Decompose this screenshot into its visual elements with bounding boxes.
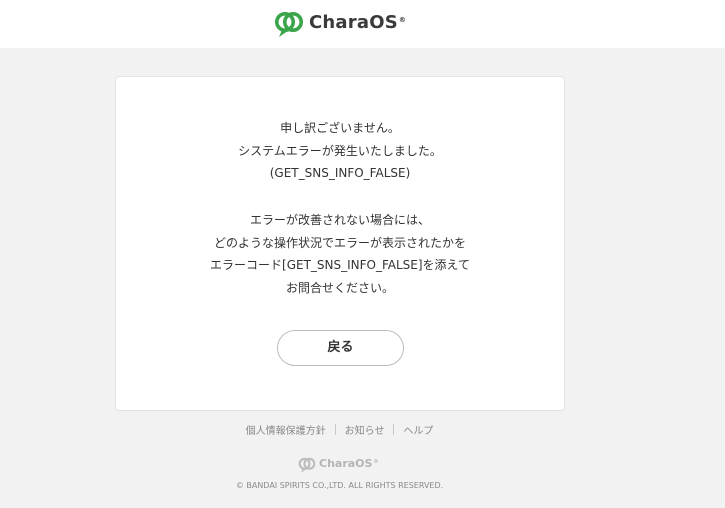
error-line-apology: 申し訳ございません。 (280, 121, 400, 135)
help-link[interactable]: ヘルプ (403, 426, 433, 437)
instruction-line: お問合せください。 (285, 280, 394, 295)
header: CharaOS® (0, 0, 725, 48)
registered-mark: ® (398, 15, 407, 24)
instruction-line: どのような操作状況でエラーが表示されたかを (213, 235, 466, 250)
footer-divider (393, 424, 395, 435)
error-message: 申し訳ございません。 システムエラーが発生いたしました。 (GET_SNS_IN… (116, 117, 564, 185)
footer-registered-mark: ® (373, 459, 379, 465)
footer-links: 個人情報保護方針 お知らせ ヘルプ (0, 424, 679, 440)
error-code: (GET_SNS_INFO_FALSE) (269, 166, 411, 180)
instruction-line: エラーが改善されない場合には、 (249, 213, 430, 227)
footer-logo: CharaOS® (298, 456, 378, 474)
privacy-policy-link[interactable]: 個人情報保護方針 (246, 426, 326, 437)
charaos-logo[interactable]: CharaOS® (274, 9, 406, 39)
footer-divider (334, 424, 336, 435)
charaos-logo-icon (275, 12, 303, 37)
logo-text: CharaOS® (309, 11, 407, 33)
back-button[interactable]: 戻る (277, 330, 404, 366)
error-instructions: エラーが改善されない場合には、 どのような操作状況でエラーが表示されたかを エラ… (116, 209, 564, 299)
charaos-footer-logo-icon (298, 457, 316, 473)
footer-logo-text: CharaOS® (319, 457, 379, 470)
error-card: 申し訳ございません。 システムエラーが発生いたしました。 (GET_SNS_IN… (115, 76, 565, 411)
error-line-system-error: システムエラーが発生いたしました。 (238, 143, 442, 158)
news-link[interactable]: お知らせ (345, 426, 385, 437)
instruction-line: エラーコード[GET_SNS_INFO_FALSE]を添えて (210, 258, 470, 272)
copyright: © BANDAI SPIRITS CO.,LTD. ALL RIGHTS RES… (235, 481, 444, 490)
